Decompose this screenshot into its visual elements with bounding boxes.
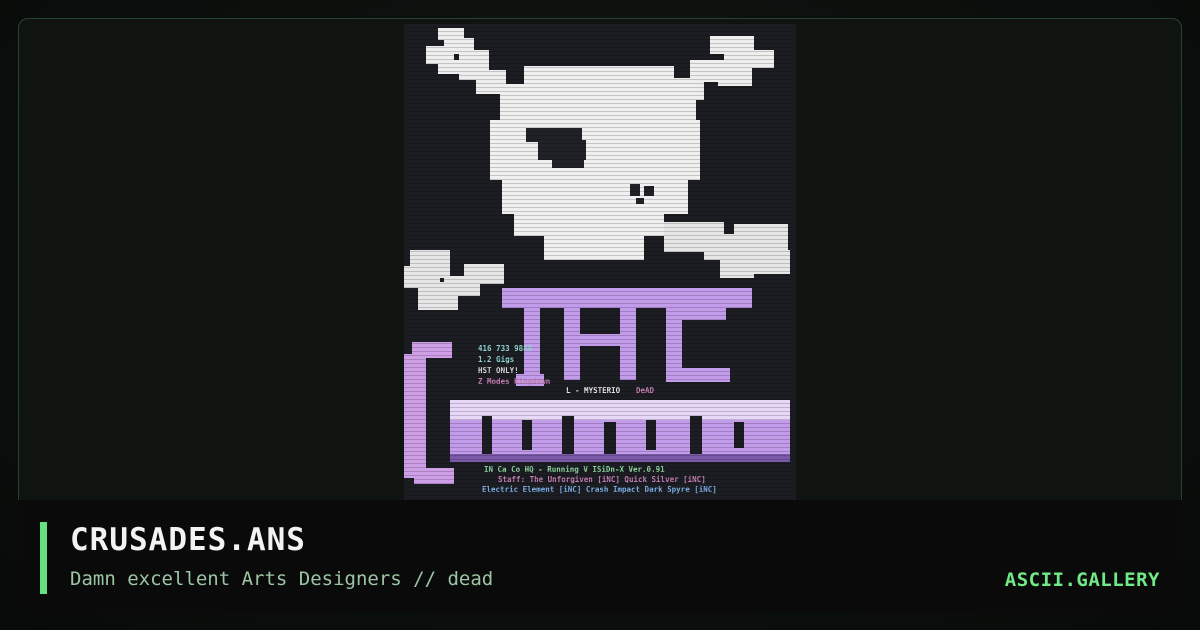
artwork-title: CRUSADES.ANS: [70, 522, 306, 558]
crossbone-left-bottom: [404, 250, 504, 310]
accent-bar: [40, 522, 47, 594]
art-info-phone: 416 733 9880: [478, 344, 533, 353]
site-brand-link[interactable]: ASCII.GALLERY: [1005, 569, 1160, 591]
skull-and-crossbones-graphic: [404, 28, 790, 484]
art-info-hst: HST ONLY!: [478, 366, 519, 375]
logo-crusades-highlight: [450, 400, 790, 420]
logo-shadow: [450, 454, 790, 462]
art-info-kingdown: Z Modes Kingdown: [478, 377, 551, 386]
ansi-artwork[interactable]: 416 733 9880 1.2 Gigs HST ONLY! Z Modes …: [404, 24, 796, 500]
art-elements-line: Electric Element [iNC] Crash Impact Dark…: [482, 485, 717, 494]
caption-bar: CRUSADES.ANS Damn excellent Arts Designe…: [18, 500, 1182, 612]
artwork-subtitle: Damn excellent Arts Designers // dead: [70, 568, 494, 590]
art-info-size: 1.2 Gigs: [478, 355, 515, 364]
logo-c: [404, 342, 454, 484]
crossbone-right-bottom: [664, 222, 790, 278]
crossbone-left-top: [426, 28, 506, 94]
page: 416 733 9880 1.2 Gigs HST ONLY! Z Modes …: [0, 0, 1200, 630]
logo-the: [502, 288, 752, 386]
art-dead: DeAD: [636, 386, 655, 395]
art-staff-line: Staff: The Unforgiven [iNC] Quick Silver…: [498, 475, 706, 484]
art-mysterio: L - MYSTERIO: [566, 386, 621, 395]
art-running-line: IN Ca Co HQ - Running V ISiDn-X Ver.0.91: [484, 465, 665, 474]
